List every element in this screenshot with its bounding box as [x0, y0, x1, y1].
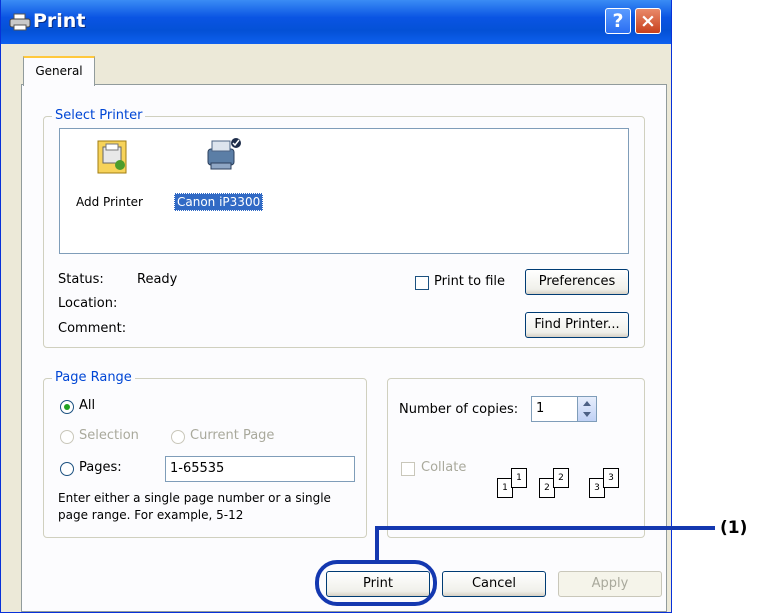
selection-radio[interactable]: [60, 430, 74, 444]
callout-line-vertical: [375, 528, 379, 562]
page-range-help-line-1: Enter either a single page number or a s…: [58, 491, 331, 505]
current-page-radio[interactable]: [171, 430, 185, 444]
canon-printer-label[interactable]: Canon iP3300: [174, 193, 264, 211]
status-value: Ready: [137, 272, 178, 287]
close-button[interactable]: ×: [635, 8, 661, 34]
status-label: Status:: [58, 272, 104, 287]
select-printer-legend: Select Printer: [52, 108, 146, 123]
help-button[interactable]: ?: [605, 8, 631, 34]
collate-label[interactable]: Collate: [421, 460, 466, 475]
callout-label: (1): [720, 518, 748, 538]
printer-title-icon: [9, 13, 31, 31]
printer-icon[interactable]: [202, 135, 242, 175]
all-radio[interactable]: [60, 400, 74, 414]
print-to-file-label[interactable]: Print to file: [434, 274, 505, 289]
collate-pages-icon: 1 1 2 2 3 3: [497, 464, 637, 504]
selection-radio-label[interactable]: Selection: [79, 428, 139, 443]
preferences-button[interactable]: Preferences: [525, 269, 629, 295]
collate-checkbox[interactable]: [401, 462, 415, 476]
callout-line-horizontal: [375, 526, 715, 530]
cancel-button[interactable]: Cancel: [442, 571, 546, 597]
collate-page-icon: 2: [553, 468, 569, 488]
page-range-legend: Page Range: [52, 370, 135, 385]
pages-input[interactable]: 1-65535: [165, 456, 355, 482]
pages-radio[interactable]: [60, 462, 74, 476]
comment-label: Comment:: [58, 321, 127, 336]
collate-page-icon: 1: [511, 468, 527, 488]
print-to-file-checkbox[interactable]: [415, 276, 429, 290]
add-printer-icon[interactable]: [96, 139, 130, 175]
location-label: Location:: [58, 296, 118, 311]
window-title: Print: [33, 10, 86, 32]
current-page-radio-label[interactable]: Current Page: [190, 428, 274, 443]
collate-page-icon: 3: [603, 468, 619, 488]
find-printer-button[interactable]: Find Printer...: [525, 312, 629, 338]
printer-list[interactable]: Add Printer Canon iP3300: [59, 128, 629, 254]
tab-general[interactable]: General: [23, 56, 95, 86]
print-dialog: Print ? × General Select Printer Add Pri…: [0, 0, 672, 613]
copies-input[interactable]: 1: [531, 396, 579, 422]
apply-button[interactable]: Apply: [558, 571, 662, 597]
copies-spinner[interactable]: [577, 396, 597, 422]
pages-radio-label[interactable]: Pages:: [79, 460, 122, 475]
spin-down-icon[interactable]: [583, 412, 591, 417]
number-of-copies-label: Number of copies:: [399, 402, 519, 417]
spin-up-icon[interactable]: [583, 401, 591, 406]
print-button-highlight: [315, 560, 437, 606]
page-range-help-line-2: page range. For example, 5-12: [58, 508, 244, 522]
add-printer-label[interactable]: Add Printer: [76, 195, 143, 209]
all-radio-label[interactable]: All: [79, 398, 95, 413]
title-bar[interactable]: Print ? ×: [1, 0, 671, 44]
